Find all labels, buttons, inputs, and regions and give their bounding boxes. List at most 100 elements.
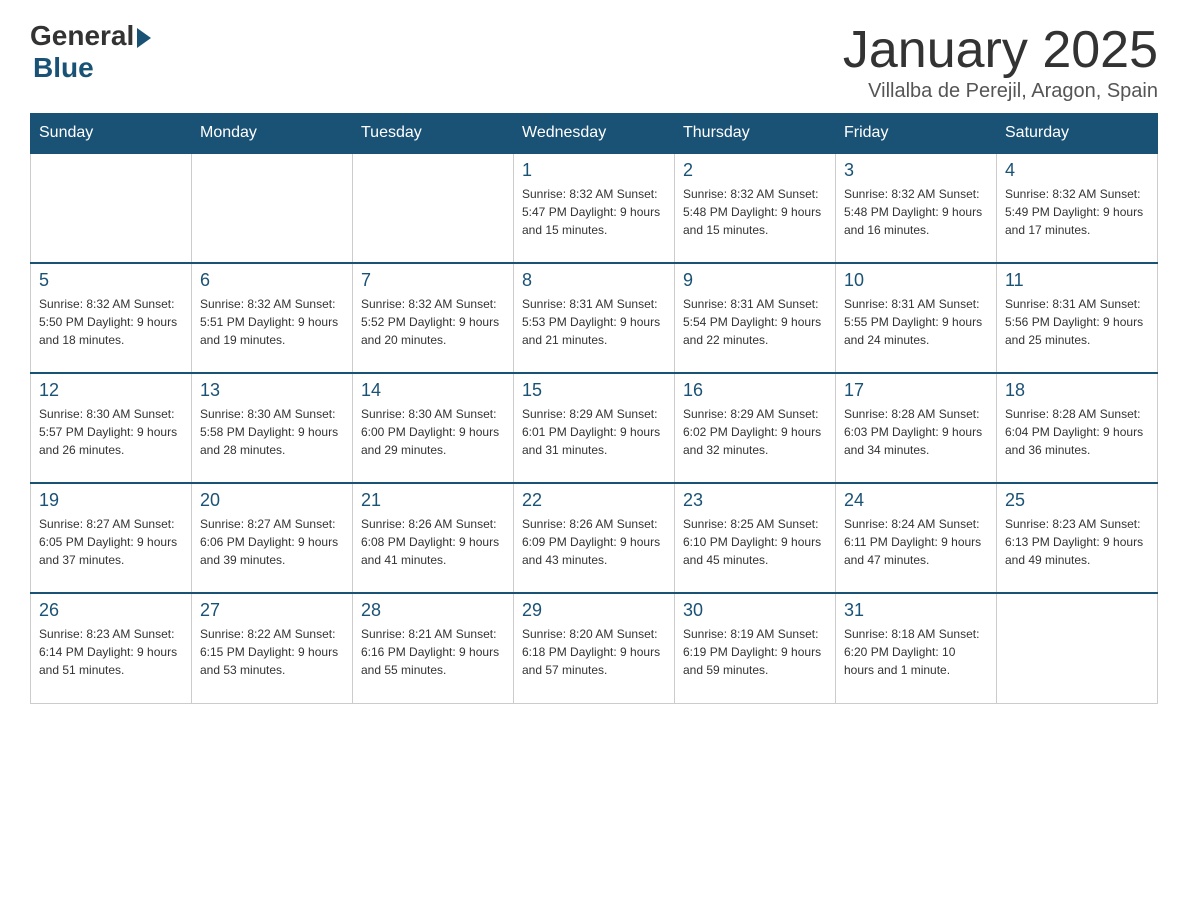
day-number: 1: [522, 160, 666, 181]
day-number: 9: [683, 270, 827, 291]
day-info: Sunrise: 8:26 AM Sunset: 6:08 PM Dayligh…: [361, 515, 505, 569]
calendar-cell: 28 Sunrise: 8:21 AM Sunset: 6:16 PM Dayli…: [353, 593, 514, 703]
day-info: Sunrise: 8:23 AM Sunset: 6:14 PM Dayligh…: [39, 625, 183, 679]
day-info: Sunrise: 8:18 AM Sunset: 6:20 PM Dayligh…: [844, 625, 988, 679]
day-info: Sunrise: 8:32 AM Sunset: 5:47 PM Dayligh…: [522, 185, 666, 239]
day-info: Sunrise: 8:27 AM Sunset: 6:06 PM Dayligh…: [200, 515, 344, 569]
day-number: 17: [844, 380, 988, 401]
day-number: 3: [844, 160, 988, 181]
day-number: 28: [361, 600, 505, 621]
logo-arrow-icon: [137, 28, 151, 48]
calendar-cell: 21Sunrise: 8:26 AM Sunset: 6:08 PM Dayli…: [353, 483, 514, 593]
calendar-cell: 20 Sunrise: 8:27 AM Sunset: 6:06 PM Dayli…: [192, 483, 353, 593]
day-number: 30: [683, 600, 827, 621]
calendar-cell: [997, 593, 1158, 703]
day-info: Sunrise: 8:28 AM Sunset: 6:03 PM Dayligh…: [844, 405, 988, 459]
weekday-header-saturday: Saturday: [997, 114, 1158, 154]
day-info: Sunrise: 8:29 AM Sunset: 6:02 PM Dayligh…: [683, 405, 827, 459]
calendar-cell: 25 Sunrise: 8:23 AM Sunset: 6:13 PM Dayli…: [997, 483, 1158, 593]
title-section: January 2025 Villalba de Perejil, Aragon…: [843, 20, 1158, 103]
day-info: Sunrise: 8:22 AM Sunset: 6:15 PM Dayligh…: [200, 625, 344, 679]
calendar-cell: [192, 153, 353, 263]
day-number: 2: [683, 160, 827, 181]
weekday-header-tuesday: Tuesday: [353, 114, 514, 154]
day-info: Sunrise: 8:32 AM Sunset: 5:50 PM Dayligh…: [39, 295, 183, 349]
logo: General Blue: [30, 20, 151, 84]
day-number: 10: [844, 270, 988, 291]
calendar-cell: 23 Sunrise: 8:25 AM Sunset: 6:10 PM Dayli…: [675, 483, 836, 593]
week-row-5: 26 Sunrise: 8:23 AM Sunset: 6:14 PM Dayli…: [31, 593, 1158, 703]
weekday-header-thursday: Thursday: [675, 114, 836, 154]
calendar-cell: 3 Sunrise: 8:32 AM Sunset: 5:48 PM Daylig…: [836, 153, 997, 263]
calendar-cell: 19 Sunrise: 8:27 AM Sunset: 6:05 PM Dayli…: [31, 483, 192, 593]
day-number: 7: [361, 270, 505, 291]
weekday-header-friday: Friday: [836, 114, 997, 154]
calendar-cell: 6 Sunrise: 8:32 AM Sunset: 5:51 PM Daylig…: [192, 263, 353, 373]
day-info: Sunrise: 8:31 AM Sunset: 5:56 PM Dayligh…: [1005, 295, 1149, 349]
day-number: 19: [39, 490, 183, 511]
weekday-header-monday: Monday: [192, 114, 353, 154]
calendar-cell: 30 Sunrise: 8:19 AM Sunset: 6:19 PM Dayli…: [675, 593, 836, 703]
calendar-cell: 11 Sunrise: 8:31 AM Sunset: 5:56 PM Dayli…: [997, 263, 1158, 373]
day-info: Sunrise: 8:32 AM Sunset: 5:49 PM Dayligh…: [1005, 185, 1149, 239]
day-info: Sunrise: 8:31 AM Sunset: 5:54 PM Dayligh…: [683, 295, 827, 349]
day-info: Sunrise: 8:26 AM Sunset: 6:09 PM Dayligh…: [522, 515, 666, 569]
day-info: Sunrise: 8:27 AM Sunset: 6:05 PM Dayligh…: [39, 515, 183, 569]
day-number: 11: [1005, 270, 1149, 291]
calendar-cell: 9 Sunrise: 8:31 AM Sunset: 5:54 PM Daylig…: [675, 263, 836, 373]
weekday-header-sunday: Sunday: [31, 114, 192, 154]
day-number: 22: [522, 490, 666, 511]
calendar-cell: 5Sunrise: 8:32 AM Sunset: 5:50 PM Daylig…: [31, 263, 192, 373]
day-info: Sunrise: 8:19 AM Sunset: 6:19 PM Dayligh…: [683, 625, 827, 679]
calendar-cell: 24Sunrise: 8:24 AM Sunset: 6:11 PM Dayli…: [836, 483, 997, 593]
logo-general-text: General: [30, 20, 134, 52]
day-info: Sunrise: 8:24 AM Sunset: 6:11 PM Dayligh…: [844, 515, 988, 569]
calendar-cell: 14 Sunrise: 8:30 AM Sunset: 6:00 PM Dayli…: [353, 373, 514, 483]
logo-blue-text: Blue: [33, 52, 94, 84]
calendar-cell: 26 Sunrise: 8:23 AM Sunset: 6:14 PM Dayli…: [31, 593, 192, 703]
calendar-cell: 8 Sunrise: 8:31 AM Sunset: 5:53 PM Daylig…: [514, 263, 675, 373]
week-row-1: 1 Sunrise: 8:32 AM Sunset: 5:47 PM Daylig…: [31, 153, 1158, 263]
day-info: Sunrise: 8:30 AM Sunset: 6:00 PM Dayligh…: [361, 405, 505, 459]
day-number: 20: [200, 490, 344, 511]
weekday-header-row: SundayMondayTuesdayWednesdayThursdayFrid…: [31, 114, 1158, 154]
day-info: Sunrise: 8:32 AM Sunset: 5:51 PM Dayligh…: [200, 295, 344, 349]
day-info: Sunrise: 8:23 AM Sunset: 6:13 PM Dayligh…: [1005, 515, 1149, 569]
calendar-table: SundayMondayTuesdayWednesdayThursdayFrid…: [30, 113, 1158, 704]
day-info: Sunrise: 8:32 AM Sunset: 5:48 PM Dayligh…: [844, 185, 988, 239]
month-title: January 2025: [843, 20, 1158, 80]
day-info: Sunrise: 8:31 AM Sunset: 5:53 PM Dayligh…: [522, 295, 666, 349]
day-number: 23: [683, 490, 827, 511]
calendar-cell: 17 Sunrise: 8:28 AM Sunset: 6:03 PM Dayli…: [836, 373, 997, 483]
calendar-cell: 22 Sunrise: 8:26 AM Sunset: 6:09 PM Dayli…: [514, 483, 675, 593]
day-number: 26: [39, 600, 183, 621]
calendar-cell: 15 Sunrise: 8:29 AM Sunset: 6:01 PM Dayli…: [514, 373, 675, 483]
day-number: 13: [200, 380, 344, 401]
calendar-cell: 18Sunrise: 8:28 AM Sunset: 6:04 PM Dayli…: [997, 373, 1158, 483]
calendar-cell: 1 Sunrise: 8:32 AM Sunset: 5:47 PM Daylig…: [514, 153, 675, 263]
calendar-cell: 29Sunrise: 8:20 AM Sunset: 6:18 PM Dayli…: [514, 593, 675, 703]
day-number: 29: [522, 600, 666, 621]
calendar-cell: 31Sunrise: 8:18 AM Sunset: 6:20 PM Dayli…: [836, 593, 997, 703]
week-row-3: 12 Sunrise: 8:30 AM Sunset: 5:57 PM Dayli…: [31, 373, 1158, 483]
calendar-cell: 16Sunrise: 8:29 AM Sunset: 6:02 PM Dayli…: [675, 373, 836, 483]
day-number: 8: [522, 270, 666, 291]
day-info: Sunrise: 8:32 AM Sunset: 5:48 PM Dayligh…: [683, 185, 827, 239]
week-row-4: 19 Sunrise: 8:27 AM Sunset: 6:05 PM Dayli…: [31, 483, 1158, 593]
day-number: 25: [1005, 490, 1149, 511]
page-header: General Blue January 2025 Villalba de Pe…: [30, 20, 1158, 103]
day-number: 12: [39, 380, 183, 401]
week-row-2: 5Sunrise: 8:32 AM Sunset: 5:50 PM Daylig…: [31, 263, 1158, 373]
day-info: Sunrise: 8:29 AM Sunset: 6:01 PM Dayligh…: [522, 405, 666, 459]
calendar-cell: 7 Sunrise: 8:32 AM Sunset: 5:52 PM Daylig…: [353, 263, 514, 373]
day-number: 6: [200, 270, 344, 291]
day-number: 14: [361, 380, 505, 401]
day-info: Sunrise: 8:25 AM Sunset: 6:10 PM Dayligh…: [683, 515, 827, 569]
day-info: Sunrise: 8:30 AM Sunset: 5:57 PM Dayligh…: [39, 405, 183, 459]
day-info: Sunrise: 8:30 AM Sunset: 5:58 PM Dayligh…: [200, 405, 344, 459]
day-info: Sunrise: 8:21 AM Sunset: 6:16 PM Dayligh…: [361, 625, 505, 679]
day-number: 15: [522, 380, 666, 401]
day-info: Sunrise: 8:31 AM Sunset: 5:55 PM Dayligh…: [844, 295, 988, 349]
day-info: Sunrise: 8:32 AM Sunset: 5:52 PM Dayligh…: [361, 295, 505, 349]
logo-text: General: [30, 20, 151, 52]
